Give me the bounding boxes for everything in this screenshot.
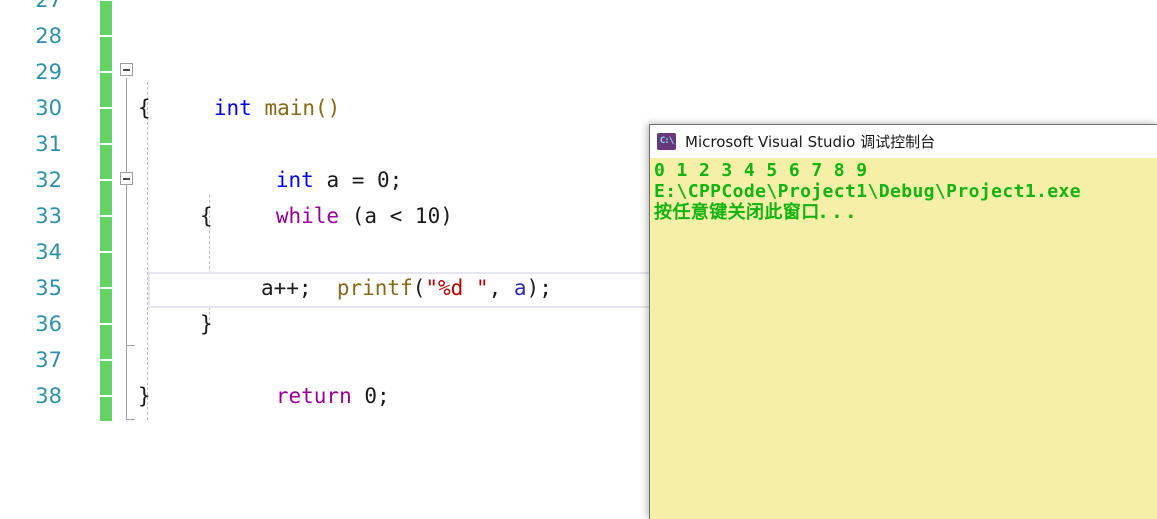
line-number: 37 <box>35 348 62 372</box>
console-app-icon: C:\ <box>657 133 676 150</box>
console-output-area[interactable]: 0 1 2 3 4 5 6 7 8 9 E:\CPPCode\Project1\… <box>650 158 1157 519</box>
console-window-title: Microsoft Visual Studio 调试控制台 <box>685 133 936 151</box>
line-number: 31 <box>35 132 62 156</box>
code-line-row[interactable]: 29 int main() <box>0 54 1157 120</box>
line-number: 34 <box>35 240 62 264</box>
code-line-row[interactable]: 27 <box>0 0 1157 18</box>
line-number: 29 <box>35 60 62 84</box>
console-output-line: 0 1 2 3 4 5 6 7 8 9 <box>654 160 868 181</box>
console-icon-glyph: C:\ <box>659 136 674 146</box>
debug-console-window[interactable]: C:\ Microsoft Visual Studio 调试控制台 0 1 2 … <box>649 124 1157 519</box>
brace-open-main: { <box>138 96 151 120</box>
statement-increment: a++; <box>261 276 312 300</box>
line-number: 36 <box>35 312 62 336</box>
line-number: 33 <box>35 204 62 228</box>
code-line-row[interactable]: 28 <box>0 18 1157 54</box>
line-number: 27 <box>35 0 62 12</box>
console-output-line: E:\CPPCode\Project1\Debug\Project1.exe <box>654 181 1082 202</box>
line-number: 38 <box>35 384 62 408</box>
line-number: 32 <box>35 168 62 192</box>
line-number: 30 <box>35 96 62 120</box>
console-title-bar[interactable]: C:\ Microsoft Visual Studio 调试控制台 <box>650 125 1157 158</box>
console-output-line: 按任意键关闭此窗口. . . <box>654 202 855 223</box>
line-number: 35 <box>35 276 62 300</box>
outline-end-tick-function <box>126 419 135 420</box>
line-number: 28 <box>35 24 62 48</box>
brace-close-main: } <box>138 384 151 408</box>
brace-open-while: { <box>200 204 213 228</box>
code-line-row[interactable]: 30 { <box>0 90 1157 126</box>
brace-close-while: } <box>200 312 213 336</box>
